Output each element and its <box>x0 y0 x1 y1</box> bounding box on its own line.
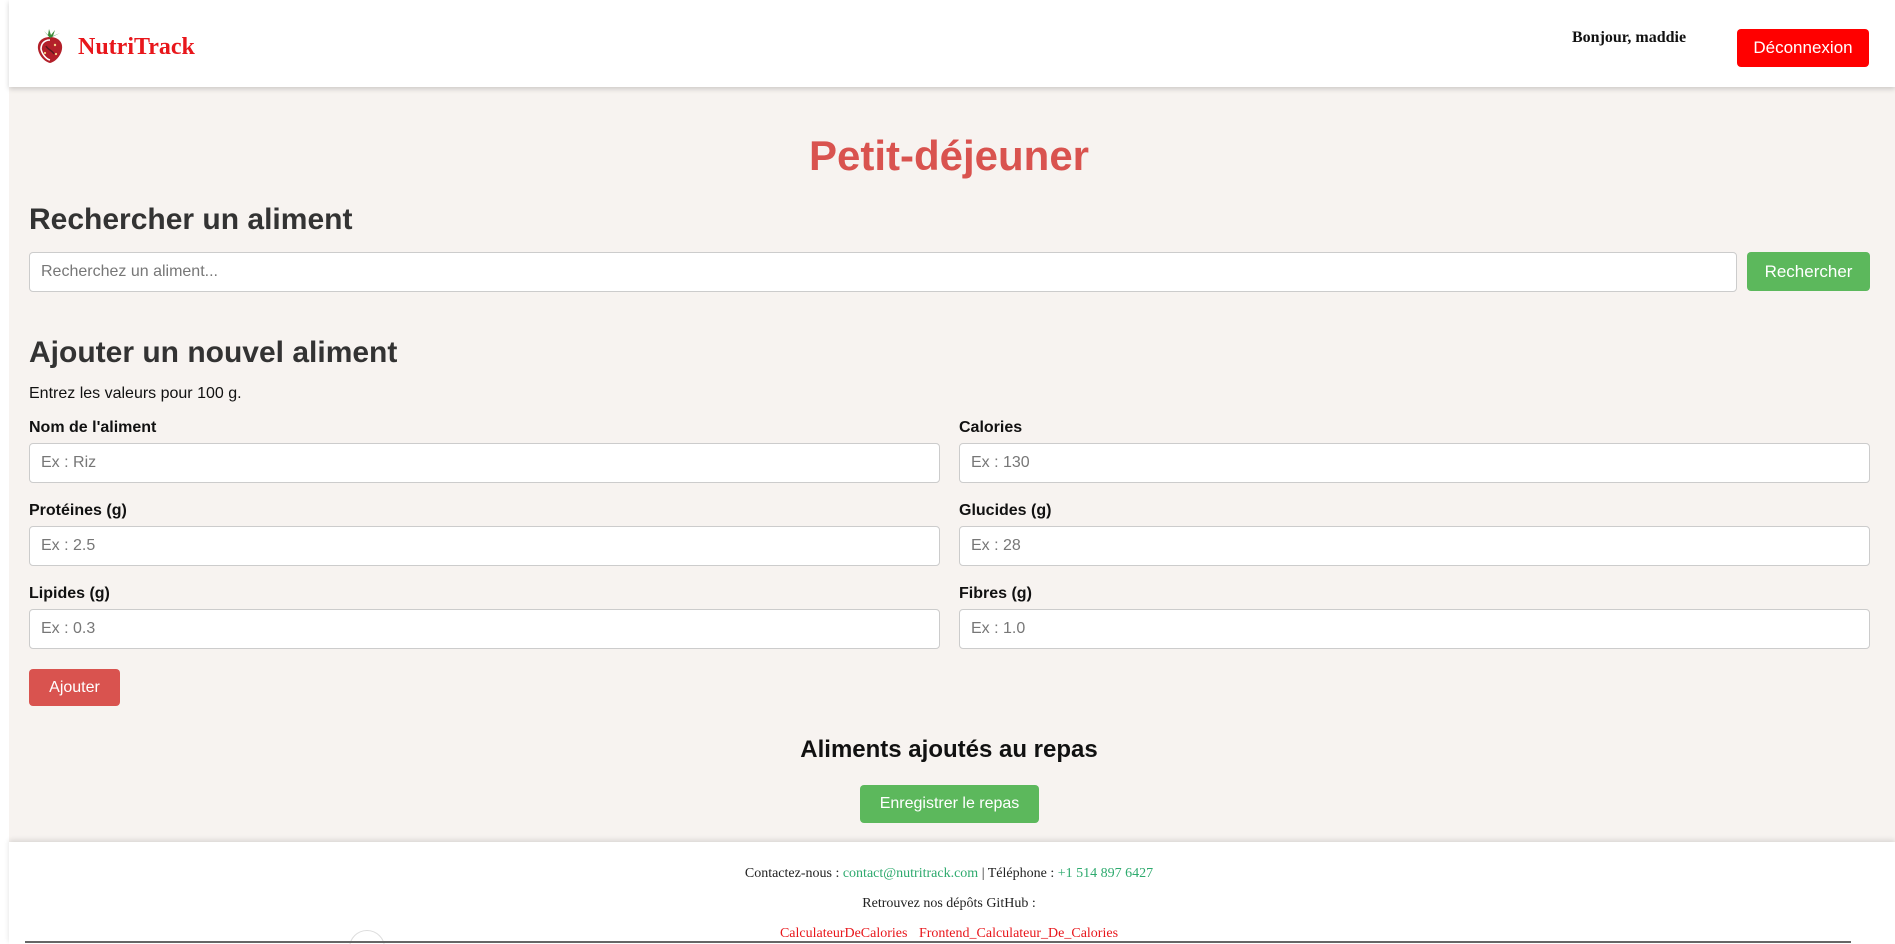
github-text: Retrouvez nos dépôts GitHub : <box>862 896 1036 911</box>
page: NutriTrack Bonjour, maddie Déconnexion P… <box>9 0 1895 944</box>
carbs-label: Glucides (g) <box>959 502 1052 519</box>
page-title: Petit-déjeuner <box>808 132 1090 179</box>
save-meal-button[interactable]: Enregistrer le repas <box>860 785 1039 823</box>
lipids-field[interactable] <box>29 609 940 649</box>
phone-separator: | Téléphone : <box>981 866 1055 881</box>
fibers-field[interactable] <box>959 609 1870 649</box>
search-button[interactable]: Rechercher <box>1747 252 1870 291</box>
contact-prefix: Contactez-nous : <box>744 866 840 881</box>
carbs-field[interactable] <box>959 526 1870 566</box>
footer-bottom-divider <box>25 941 1851 943</box>
add-food-section-title: Ajouter un nouvel aliment <box>29 336 398 369</box>
github-repo-links: CalculateurDeCalories Frontend_Calculate… <box>9 926 1889 942</box>
footer-contact-line: Contactez-nous : contact@nutritrack.com … <box>9 866 1889 882</box>
per-100g-hint: Entrez les valeurs pour 100 g. <box>29 385 242 402</box>
calories-label: Calories <box>959 419 1023 436</box>
logout-button[interactable]: Déconnexion <box>1737 29 1869 67</box>
brand-name[interactable]: NutriTrack <box>78 34 195 61</box>
meal-items-title: Aliments ajoutés au repas <box>800 736 1098 763</box>
contact-email-link[interactable]: contact@nutritrack.com <box>843 866 978 881</box>
top-navbar: NutriTrack Bonjour, maddie Déconnexion <box>9 0 1895 87</box>
food-name-field[interactable] <box>29 443 940 483</box>
strawberry-logo-icon <box>37 29 63 63</box>
user-greeting: Bonjour, maddie <box>1572 29 1687 46</box>
lipids-label: Lipides (g) <box>29 585 110 602</box>
fibers-label: Fibres (g) <box>959 585 1032 602</box>
proteins-field[interactable] <box>29 526 940 566</box>
phone-number: +1 514 897 6427 <box>1057 866 1154 881</box>
calories-field[interactable] <box>959 443 1870 483</box>
food-name-label: Nom de l'aliment <box>29 419 157 436</box>
repo-link-frontend[interactable]: Frontend_Calculateur_De_Calories <box>919 926 1118 941</box>
search-input[interactable] <box>29 252 1737 292</box>
footer: Contactez-nous : contact@nutritrack.com … <box>9 842 1895 944</box>
search-section-title: Rechercher un aliment <box>29 203 353 236</box>
repo-link-calculateur[interactable]: CalculateurDeCalories <box>780 926 908 941</box>
add-food-button[interactable]: Ajouter <box>29 669 120 706</box>
proteins-label: Protéines (g) <box>29 502 127 519</box>
